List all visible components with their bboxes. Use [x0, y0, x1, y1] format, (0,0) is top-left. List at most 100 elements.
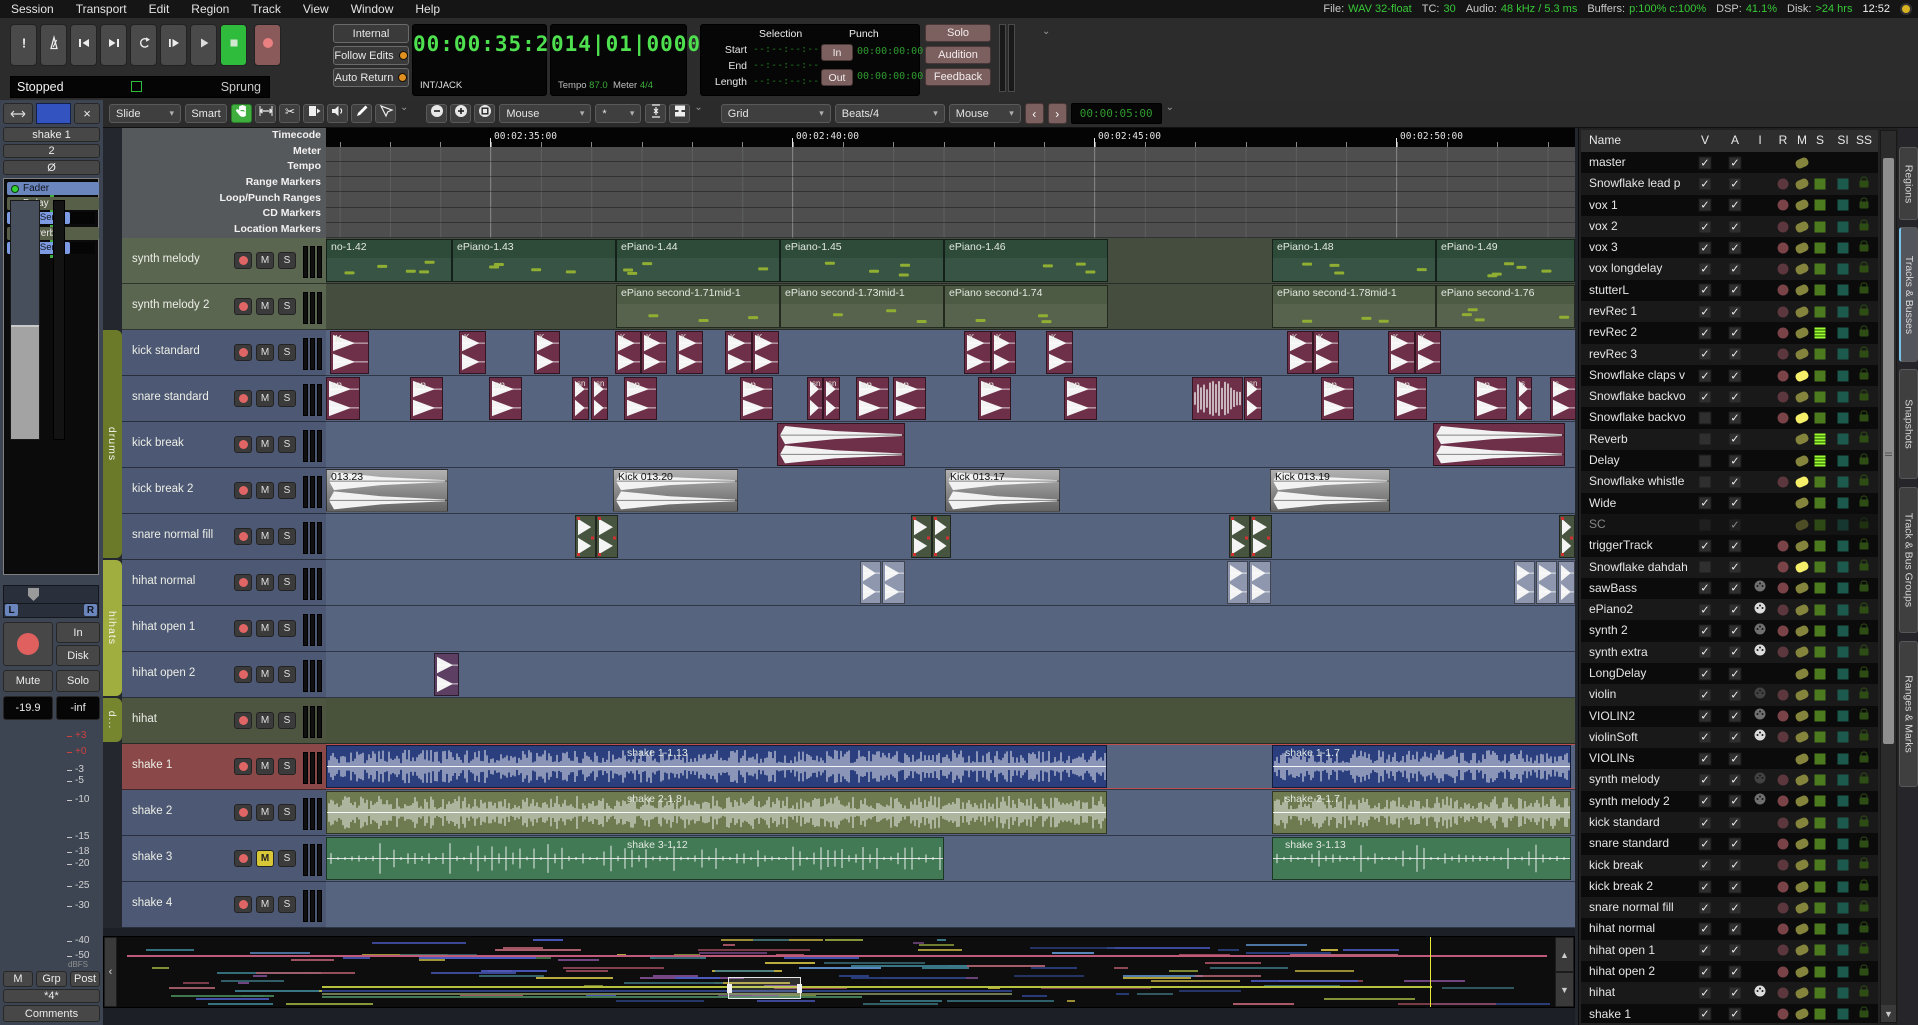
panel-row-hihat-normal[interactable]: hihat normal✓✓ [1581, 918, 1878, 939]
region-K[interactable]: K [1388, 331, 1415, 374]
record-enable-button[interactable] [3, 622, 53, 666]
panel-a-checkbox[interactable]: ✓ [1729, 220, 1742, 233]
panel-row-name[interactable]: vox longdelay [1589, 261, 1695, 275]
panel-row-name[interactable]: hihat open 1 [1589, 943, 1695, 957]
ruler-canvas[interactable]: 00:02:35:0000:02:40:0000:02:45:0000:02:5… [326, 128, 1575, 238]
solo-icon[interactable] [1815, 413, 1826, 424]
marker-ruler-lanes[interactable] [326, 147, 1575, 238]
track-solo-button[interactable]: S [278, 528, 296, 545]
solo-icon[interactable] [1815, 945, 1826, 956]
track-header-snare-normal-fill[interactable]: snare normal fillMS [122, 514, 326, 560]
track-mute-button[interactable]: M [256, 896, 274, 913]
panel-row-synth-melody-2[interactable]: synth melody 2✓✓ [1581, 791, 1878, 812]
track-lane-kick-break[interactable] [326, 422, 1575, 468]
region-Kick 013.19[interactable]: Kick 013.19 [1270, 469, 1390, 512]
panel-v-checkbox[interactable] [1699, 454, 1712, 467]
rec-enable-icon[interactable] [1778, 966, 1789, 977]
track-header-hihat-open-1[interactable]: hihat open 1MS [122, 606, 326, 652]
track-solo-button[interactable]: S [278, 804, 296, 821]
solo-isolate-icon[interactable] [1838, 178, 1849, 189]
panel-a-checkbox[interactable]: ✓ [1729, 901, 1742, 914]
ruler-label-range-markers[interactable]: Range Markers [122, 175, 326, 191]
menu-session[interactable]: Session [0, 2, 65, 16]
track-mute-button[interactable]: M [256, 758, 274, 775]
region-K[interactable]: K [1287, 331, 1313, 374]
secondary-clock[interactable]: 014|01|0000 Tempo 87.0 Meter 4/4 [550, 24, 687, 96]
track-header-shake-3[interactable]: shake 3MS [122, 836, 326, 882]
track-solo-button[interactable]: S [278, 252, 296, 269]
solo-icon[interactable] [1815, 689, 1826, 700]
region-ePiano second-1.73mid-1[interactable]: ePiano second-1.73mid-1 [780, 285, 944, 328]
rec-enable-icon[interactable] [1778, 817, 1789, 828]
panel-a-checkbox[interactable]: ✓ [1729, 965, 1742, 978]
mute-icon[interactable] [1794, 539, 1810, 553]
track-lane-snare-standard[interactable]: snsnsnsnsnsnsnsnsnsnsnsnsnsnsnsnsnss [326, 376, 1575, 422]
panel-v-checkbox[interactable]: ✓ [1699, 901, 1712, 914]
track-name-label[interactable]: hihat [132, 713, 157, 725]
solo-icon[interactable] [1815, 498, 1826, 509]
mute-icon[interactable] [1794, 390, 1810, 404]
solo-isolate-icon[interactable] [1838, 817, 1849, 828]
panel-col-si[interactable]: SI [1837, 133, 1848, 147]
panel-row-name[interactable]: Snowflake lead p [1589, 176, 1695, 190]
summary-scroll-left-button[interactable]: ‹ [104, 937, 117, 1007]
track-name-label[interactable]: kick standard [132, 345, 200, 357]
track-solo-button[interactable]: S [278, 574, 296, 591]
panel-col-v[interactable]: V [1701, 133, 1709, 147]
region-sn[interactable]: sn [624, 377, 657, 420]
panel-row-vox-2[interactable]: vox 2✓✓ [1581, 216, 1878, 237]
track-header-hihat[interactable]: hihatMS [122, 698, 326, 744]
solo-icon[interactable] [1815, 221, 1826, 232]
track-lane-snare-normal-fill[interactable] [326, 514, 1575, 560]
mute-icon[interactable] [1794, 369, 1810, 383]
rec-enable-icon[interactable] [1778, 945, 1789, 956]
region-sn[interactable]: sn [1064, 377, 1097, 420]
panel-row-name[interactable]: VIOLINs [1589, 751, 1695, 765]
range-tool[interactable] [255, 104, 276, 123]
punch-in-button[interactable]: In [821, 44, 853, 61]
region-K[interactable]: K [459, 331, 486, 374]
region-Kick 013.20[interactable]: Kick 013.20 [613, 469, 738, 512]
mute-button[interactable]: Mute [3, 670, 53, 692]
panel-a-checkbox[interactable]: ✓ [1729, 348, 1742, 361]
midi-input-icon[interactable] [1754, 579, 1766, 597]
panel-col-m[interactable]: M [1797, 133, 1807, 147]
track-header-shake-2[interactable]: shake 2 MS [122, 790, 326, 836]
track-mute-button[interactable]: M [256, 804, 274, 821]
solo-icon[interactable] [1815, 306, 1826, 317]
ruler-label-timecode[interactable]: Timecode [122, 128, 326, 144]
track-name-label[interactable]: shake 2 [132, 805, 172, 817]
region-ePiano-1.45[interactable]: ePiano-1.45 [780, 239, 944, 282]
panel-row-LongDelay[interactable]: LongDelay✓✓ [1581, 663, 1878, 684]
scope-dropdown[interactable]: *▾ [595, 104, 641, 123]
panel-a-checkbox[interactable]: ✓ [1729, 667, 1742, 680]
monitor-disk-button[interactable]: Disk [56, 645, 100, 666]
panel-a-checkbox[interactable]: ✓ [1729, 816, 1742, 829]
region-K[interactable]: K [725, 331, 752, 374]
panel-v-checkbox[interactable]: ✓ [1699, 795, 1712, 808]
panel-v-checkbox[interactable]: ✓ [1699, 646, 1712, 659]
rec-enable-icon[interactable] [1778, 987, 1789, 998]
mute-icon[interactable] [1794, 986, 1810, 1000]
solo-icon[interactable] [1815, 476, 1826, 487]
midi-input-icon[interactable] [1754, 792, 1766, 810]
panel-a-checkbox[interactable]: ✓ [1729, 305, 1742, 318]
solo-isolate-icon[interactable] [1838, 540, 1849, 551]
track-lane-shake-2[interactable]: shake 2-1.8shake 2-1.7 [326, 790, 1575, 836]
panel-row-name[interactable]: hihat normal [1589, 921, 1695, 935]
mute-icon[interactable] [1794, 965, 1810, 979]
track-name-label[interactable]: shake 1 [132, 759, 172, 771]
mute-icon[interactable] [1794, 944, 1810, 958]
nudge-forward-button[interactable]: › [1048, 103, 1067, 124]
midi-input-icon[interactable] [1754, 707, 1766, 725]
panel-row-vox-3[interactable]: vox 3✓✓ [1581, 237, 1878, 258]
solo-safe-lock-icon[interactable] [1860, 329, 1869, 336]
region-sn[interactable]: sn [410, 377, 443, 420]
track-lane-kick-break-2[interactable]: 013.23Kick 013.20Kick 013.17Kick 013.19 [326, 468, 1575, 514]
panel-v-checkbox[interactable]: ✓ [1699, 880, 1712, 893]
panel-row-name[interactable]: kick break [1589, 858, 1695, 872]
region-no-1.42[interactable]: no-1.42 [326, 239, 452, 282]
zoom-fit-button[interactable] [474, 104, 495, 123]
solo-icon[interactable] [1815, 753, 1826, 764]
solo-safe-lock-icon[interactable] [1860, 500, 1869, 507]
